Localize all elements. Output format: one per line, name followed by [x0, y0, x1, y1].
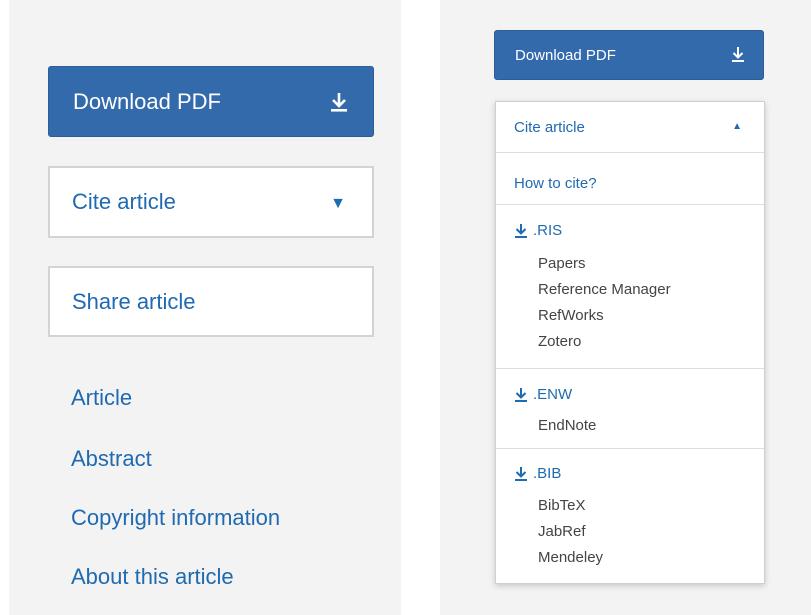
download-pdf-button[interactable]: Download PDF [494, 30, 764, 80]
download-pdf-label: Download PDF [73, 88, 221, 114]
list-item: Reference Manager [538, 281, 671, 298]
cite-article-dropdown[interactable]: Cite article ▼ [48, 166, 374, 238]
cite-article-dropdown[interactable]: Cite article ▲ [496, 102, 764, 153]
share-article-label: Share article [72, 288, 196, 314]
download-icon [515, 466, 527, 481]
app-list: BibTeX JabRef Mendeley [538, 493, 603, 571]
list-item: BibTeX [538, 497, 586, 514]
format-link-enw[interactable]: .ENW [514, 386, 572, 403]
format-link-bib[interactable]: .BIB [514, 465, 561, 482]
nav-link-article[interactable]: Article [71, 385, 132, 411]
right-sidebar: Download PDF Cite article ▲ How to cite?… [440, 0, 811, 615]
app-list: Papers Reference Manager RefWorks Zotero [538, 251, 671, 355]
download-pdf-label: Download PDF [515, 46, 616, 64]
format-ext: .BIB [533, 465, 562, 482]
list-item: RefWorks [538, 307, 604, 324]
format-ext: .ENW [533, 386, 573, 403]
citation-format-bib: .BIB BibTeX JabRef Mendeley [496, 448, 764, 582]
how-to-cite-link[interactable]: How to cite? [514, 175, 597, 192]
download-icon [331, 93, 347, 112]
nav-link-copyright[interactable]: Copyright information [71, 505, 280, 531]
citation-format-enw: .ENW EndNote [496, 368, 764, 448]
cite-article-label: Cite article [72, 189, 176, 214]
format-link-ris[interactable]: .RIS [514, 222, 562, 239]
download-icon [515, 223, 527, 238]
nav-link-about[interactable]: About this article [71, 564, 234, 590]
app-list: EndNote [538, 413, 596, 439]
list-item: JabRef [538, 523, 586, 540]
download-icon [732, 47, 744, 62]
list-item: Zotero [538, 333, 582, 350]
cite-article-menu: Cite article ▲ How to cite? .RIS Papers … [495, 101, 765, 584]
caret-down-icon: ▼ [330, 195, 346, 212]
list-item: Mendeley [538, 549, 604, 566]
list-item: Papers [538, 255, 586, 272]
cite-article-label: Cite article [514, 118, 585, 136]
download-icon [515, 387, 527, 402]
citation-format-ris: .RIS Papers Reference Manager RefWorks Z… [496, 204, 764, 368]
left-sidebar: Download PDF Cite article ▼ Share articl… [9, 0, 401, 615]
format-ext: .RIS [533, 222, 563, 239]
list-item: EndNote [538, 417, 597, 434]
nav-link-abstract[interactable]: Abstract [71, 446, 152, 472]
share-article-button[interactable]: Share article [48, 266, 374, 337]
caret-up-icon: ▲ [732, 121, 742, 132]
download-pdf-button[interactable]: Download PDF [48, 66, 374, 137]
